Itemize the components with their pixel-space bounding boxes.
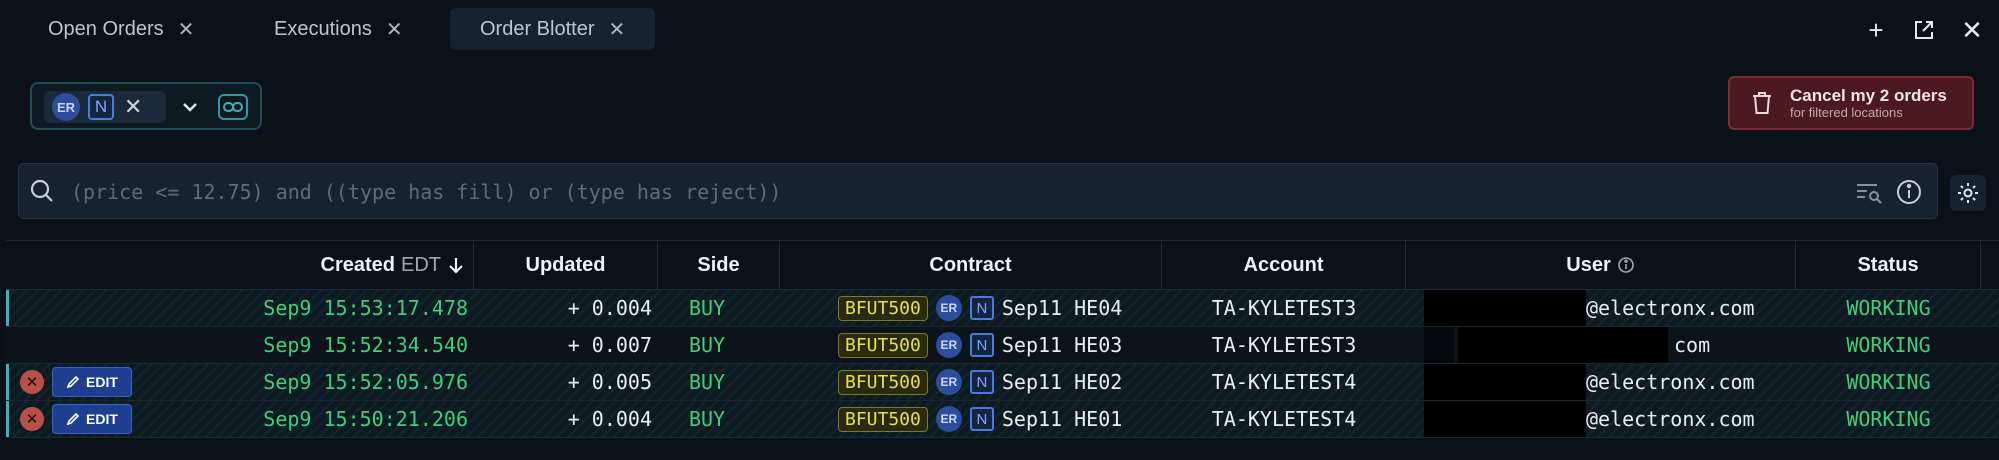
tab-label: Executions (274, 17, 372, 40)
er-badge: ER (935, 295, 962, 321)
contract-symbol: Sep11 HE04 (1001, 296, 1123, 320)
table-row[interactable]: ✕ EDIT Sep9 15:52:05.976 + 0.005 BUY BFU… (6, 364, 1999, 401)
column-status[interactable]: Status (1796, 241, 1981, 289)
close-tab-icon[interactable]: ✕ (178, 17, 195, 42)
tab-bar: Open Orders ✕ Executions ✕ Order Blotter… (0, 0, 1999, 60)
side-cell: BUY (688, 370, 726, 394)
updated-cell: + 0.005 (567, 370, 652, 394)
location-chip[interactable]: ER N ✕ (44, 91, 166, 123)
redacted-block (1424, 327, 1454, 363)
table-row[interactable]: ✕ EDIT Sep9 15:50:21.206 + 0.004 BUY BFU… (6, 401, 1999, 438)
popout-icon[interactable] (1908, 14, 1940, 46)
product-tag: BFUT500 (838, 332, 928, 358)
updated-cell: + 0.004 (567, 296, 652, 320)
n-badge: N (969, 333, 994, 357)
account-cell: TA-KYLETEST3 (1211, 296, 1357, 320)
created-cell: Sep9 15:50:21.206 (263, 407, 468, 431)
table-row[interactable]: Sep9 15:52:34.540 + 0.007 BUY BFUT500 ER… (6, 327, 1999, 364)
contract-symbol: Sep11 HE02 (1001, 370, 1123, 394)
contract-cell: BFUT500 ER N Sep11 HE04 (838, 290, 1122, 326)
trash-icon (1753, 92, 1771, 114)
side-cell: BUY (688, 407, 726, 431)
column-contract[interactable]: Contract (780, 241, 1162, 289)
filter-search-icon[interactable] (1855, 180, 1883, 204)
query-input[interactable] (69, 172, 1853, 212)
redacted-block (1424, 401, 1586, 437)
n-badge: N (969, 370, 994, 394)
created-cell: Sep9 15:52:34.540 (263, 333, 468, 357)
side-cell: BUY (688, 333, 726, 357)
tab-executions[interactable]: Executions ✕ (244, 8, 433, 50)
cancel-orders-button[interactable]: Cancel my 2 orders for filtered location… (1728, 76, 1974, 130)
column-created[interactable]: Created EDT (6, 241, 474, 289)
created-cell: Sep9 15:53:17.478 (263, 296, 468, 320)
info-icon[interactable] (1895, 178, 1923, 206)
contract-symbol: Sep11 HE01 (1001, 407, 1123, 431)
settings-gear-icon[interactable] (1950, 175, 1986, 211)
updated-cell: + 0.004 (567, 407, 652, 431)
column-account[interactable]: Account (1162, 241, 1406, 289)
status-cell: WORKING (1846, 407, 1931, 431)
search-icon (30, 179, 53, 202)
close-tab-icon[interactable]: ✕ (608, 17, 625, 42)
tab-open-orders[interactable]: Open Orders ✕ (18, 8, 224, 50)
n-badge: N (969, 296, 994, 320)
er-badge: ER (935, 369, 962, 395)
add-tab-icon[interactable]: + (1860, 14, 1892, 46)
orders-table: Created EDT Updated Side Contract Accoun… (6, 240, 1999, 438)
created-timezone: EDT (401, 253, 441, 276)
contract-symbol: Sep11 HE03 (1001, 333, 1123, 357)
query-bar (18, 163, 1938, 219)
product-tag: BFUT500 (838, 406, 928, 432)
status-cell: WORKING (1846, 370, 1931, 394)
created-cell: Sep9 15:52:05.976 (263, 370, 468, 394)
status-cell: WORKING (1846, 296, 1931, 320)
location-filter: ER N ✕ (30, 82, 262, 130)
remove-chip-icon[interactable]: ✕ (124, 94, 142, 120)
status-cell: WORKING (1846, 333, 1931, 357)
er-badge: ER (52, 93, 80, 121)
close-window-icon[interactable]: ✕ (1956, 14, 1988, 46)
column-user[interactable]: User (1406, 241, 1796, 289)
er-badge: ER (935, 332, 962, 358)
contract-cell: BFUT500 ER N Sep11 HE02 (838, 364, 1122, 400)
contract-cell: BFUT500 ER N Sep11 HE01 (838, 401, 1122, 437)
link-icon[interactable] (218, 94, 248, 120)
n-badge: N (969, 407, 994, 431)
table-header: Created EDT Updated Side Contract Accoun… (6, 240, 1999, 290)
er-badge: ER (935, 406, 962, 432)
n-badge: N (88, 94, 114, 120)
updated-cell: + 0.007 (567, 333, 652, 357)
chevron-down-icon[interactable] (178, 95, 202, 119)
cancel-orders-title: Cancel my 2 orders (1790, 85, 1947, 105)
tab-order-blotter[interactable]: Order Blotter ✕ (450, 8, 656, 50)
user-cell: @electronx.com (1586, 370, 1755, 394)
tab-label: Open Orders (48, 17, 164, 40)
redacted-block (1458, 327, 1668, 363)
table-row[interactable]: Sep9 15:53:17.478 + 0.004 BUY BFUT500 ER… (6, 290, 1999, 327)
user-cell: @electronx.com (1586, 407, 1755, 431)
redacted-block (1424, 290, 1586, 326)
column-side[interactable]: Side (658, 241, 780, 289)
tab-label: Order Blotter (480, 17, 595, 40)
side-cell: BUY (688, 296, 726, 320)
account-cell: TA-KYLETEST3 (1211, 333, 1357, 357)
cancel-orders-subtitle: for filtered locations (1790, 104, 1903, 120)
account-cell: TA-KYLETEST4 (1211, 407, 1357, 431)
sort-down-icon (449, 258, 463, 274)
product-tag: BFUT500 (838, 295, 928, 321)
account-cell: TA-KYLETEST4 (1211, 370, 1357, 394)
redacted-block (1424, 364, 1586, 400)
user-cell: com (1674, 333, 1711, 357)
user-cell: @electronx.com (1586, 296, 1755, 320)
column-updated[interactable]: Updated (474, 241, 658, 289)
close-tab-icon[interactable]: ✕ (386, 17, 403, 42)
product-tag: BFUT500 (838, 369, 928, 395)
contract-cell: BFUT500 ER N Sep11 HE03 (838, 327, 1122, 363)
info-icon[interactable] (1617, 256, 1635, 274)
